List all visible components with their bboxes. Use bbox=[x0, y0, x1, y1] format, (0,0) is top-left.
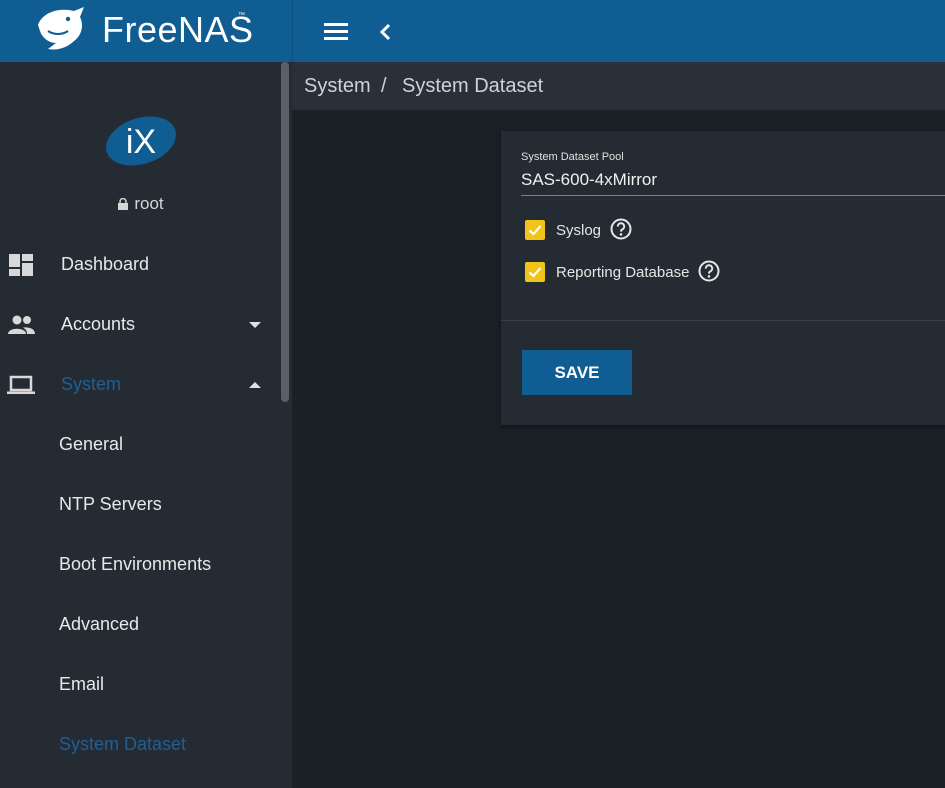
sidebar-subitem-label: Advanced bbox=[59, 614, 140, 634]
sidebar-scrollbar[interactable] bbox=[281, 62, 289, 402]
sidebar-item-dashboard[interactable]: Dashboard bbox=[0, 234, 282, 294]
sidebar-item-system[interactable]: System bbox=[0, 354, 282, 414]
pool-field-underline bbox=[521, 195, 945, 196]
dashboard-icon bbox=[9, 254, 33, 276]
help-circle-icon[interactable] bbox=[610, 218, 632, 240]
brand-name: FreeNAS bbox=[102, 9, 254, 50]
sidebar: iX root Dashboard Accounts System Genera… bbox=[0, 62, 292, 788]
sidebar-subitem-email[interactable]: Email bbox=[0, 654, 282, 714]
sidebar-subitem-label: System Dataset bbox=[59, 734, 187, 754]
save-button[interactable]: SAVE bbox=[522, 350, 632, 395]
people-icon bbox=[8, 315, 35, 334]
brand-trademark: ™ bbox=[238, 12, 245, 19]
checkmark-icon bbox=[528, 225, 542, 236]
ix-logo-icon: iX bbox=[106, 116, 176, 166]
checkmark-icon bbox=[528, 267, 542, 278]
topbar-divider bbox=[292, 0, 293, 62]
reporting-database-label: Reporting Database bbox=[556, 264, 690, 281]
sidebar-item-label: System bbox=[61, 374, 122, 394]
syslog-checkbox[interactable] bbox=[525, 220, 545, 240]
hamburger-menu-icon[interactable] bbox=[322, 18, 350, 46]
sidebar-subitem-boot-environments[interactable]: Boot Environments bbox=[0, 534, 282, 594]
sidebar-item-accounts[interactable]: Accounts bbox=[0, 294, 282, 354]
sidebar-subitem-general[interactable]: General bbox=[0, 414, 282, 474]
sidebar-subitem-label: NTP Servers bbox=[59, 494, 162, 514]
breadcrumb: System / System Dataset bbox=[292, 62, 945, 110]
sidebar-subitem-label: Boot Environments bbox=[59, 554, 212, 574]
pool-field-label: System Dataset Pool bbox=[521, 151, 624, 163]
top-bar: FreeNAS ™ bbox=[0, 0, 945, 62]
breadcrumb-current: System Dataset bbox=[402, 75, 544, 97]
card-divider bbox=[501, 320, 945, 321]
username: root bbox=[134, 194, 164, 213]
reporting-database-checkbox[interactable] bbox=[525, 262, 545, 282]
sidebar-subitem-system-dataset[interactable]: System Dataset bbox=[0, 714, 282, 774]
pool-select[interactable]: SAS-600-4xMirror bbox=[521, 170, 657, 190]
freenas-shark-logo-icon bbox=[38, 7, 84, 50]
sidebar-item-label: Accounts bbox=[61, 314, 136, 334]
caret-down-icon bbox=[249, 322, 261, 328]
breadcrumb-parent[interactable]: System bbox=[304, 62, 371, 110]
system-dataset-form-card: System Dataset Pool SAS-600-4xMirror Sys… bbox=[501, 131, 945, 425]
sidebar-item-label: Dashboard bbox=[61, 254, 150, 274]
laptop-icon bbox=[7, 375, 35, 394]
brand[interactable]: FreeNAS ™ bbox=[0, 0, 292, 62]
help-circle-icon[interactable] bbox=[698, 260, 720, 282]
lock-icon bbox=[118, 198, 129, 210]
sidebar-subitem-label: Email bbox=[59, 674, 105, 694]
syslog-label: Syslog bbox=[556, 222, 602, 239]
breadcrumb-separator: / bbox=[381, 75, 387, 97]
chevron-left-icon[interactable] bbox=[374, 18, 398, 46]
user-info: root bbox=[0, 194, 282, 214]
ix-logo-text: iX bbox=[126, 123, 156, 161]
sidebar-subitem-ntp-servers[interactable]: NTP Servers bbox=[0, 474, 282, 534]
sidebar-subitem-label: General bbox=[59, 434, 124, 454]
sidebar-subitem-advanced[interactable]: Advanced bbox=[0, 594, 282, 654]
caret-up-icon bbox=[249, 382, 261, 388]
